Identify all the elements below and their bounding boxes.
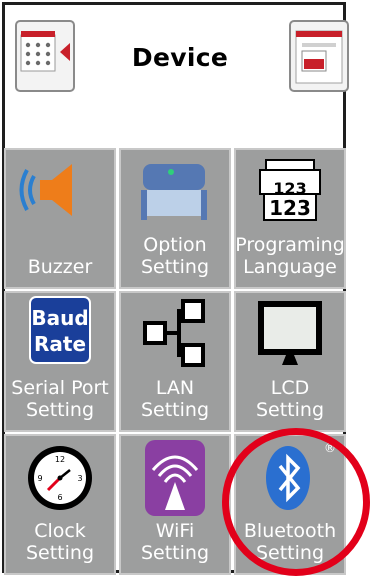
speaker-icon [6, 150, 114, 230]
tile-label-line: Serial Port [11, 377, 109, 399]
tile-label-line: Setting [255, 542, 325, 564]
tile-language[interactable]: 123 123 Programing Language [234, 148, 346, 289]
clock-num: 6 [57, 493, 62, 502]
baud-text: Baud [31, 306, 88, 330]
tile-label-line [2, 234, 118, 256]
tile-label: Buzzer [2, 234, 118, 278]
tile-wifi[interactable]: WiFi Setting [119, 434, 231, 575]
tile-serial[interactable]: Baud Rate Serial Port Setting [4, 291, 116, 432]
tile-label: LAN Setting [117, 377, 233, 421]
tile-label: Programing Language [232, 234, 348, 278]
tile-label: Clock Setting [2, 520, 118, 564]
tile-label-line: WiFi [155, 520, 195, 542]
tile-label-line: Bluetooth [243, 520, 337, 542]
tile-lcd[interactable]: LCD Setting [234, 291, 346, 432]
keypad-back-icon[interactable] [14, 19, 76, 93]
tile-label: Bluetooth Setting [232, 520, 348, 564]
tile-label-line: Setting [255, 399, 325, 421]
printer-123-icon: 123 123 [236, 150, 344, 230]
tile-option[interactable]: Option Setting [119, 148, 231, 289]
tile-label-line: Setting [25, 399, 95, 421]
tile-label-line: Setting [140, 542, 210, 564]
bluetooth-icon: ® [236, 436, 344, 516]
tile-bluetooth[interactable]: ® Bluetooth Setting [234, 434, 346, 575]
tile-clock[interactable]: 12 3 6 9 Clock Setting [4, 434, 116, 575]
tile-label-line: Setting [25, 542, 95, 564]
tile-label-line: Setting [140, 399, 210, 421]
tile-label-line: Setting [140, 256, 210, 278]
tile-label-line: Clock [34, 520, 86, 542]
svg-text:123: 123 [269, 196, 311, 220]
tile-buzzer[interactable]: Buzzer [4, 148, 116, 289]
clock-num: 3 [77, 474, 82, 483]
rate-text: Rate [34, 332, 86, 356]
header: Device [5, 5, 349, 125]
tile-label: LCD Setting [232, 377, 348, 421]
tile-label: Serial Port Setting [2, 377, 118, 421]
registered-mark: ® [324, 441, 336, 455]
tile-label-line: Language [243, 256, 337, 278]
clock-num: 12 [55, 455, 65, 464]
option-module-icon [121, 150, 229, 230]
network-icon [121, 293, 229, 373]
clock-icon: 12 3 6 9 [6, 436, 114, 516]
tile-lan[interactable]: LAN Setting [119, 291, 231, 432]
page-title: Device [131, 43, 229, 72]
tile-label-line: LAN [155, 377, 195, 399]
tile-label: WiFi Setting [117, 520, 233, 564]
tile-label-line: Option [143, 234, 207, 256]
tile-label-line: Buzzer [27, 256, 93, 278]
settings-grid: Buzzer Option Setting 123 123 Programing L… [4, 148, 350, 575]
clock-num: 9 [37, 474, 42, 483]
printer-panel-icon[interactable] [288, 19, 350, 93]
wifi-icon [121, 436, 229, 516]
tile-label-line: LCD [270, 377, 310, 399]
tile-label: Option Setting [117, 234, 233, 278]
tile-label-line: Programing [235, 234, 345, 256]
monitor-icon [236, 293, 344, 373]
baud-rate-icon: Baud Rate [6, 293, 114, 373]
